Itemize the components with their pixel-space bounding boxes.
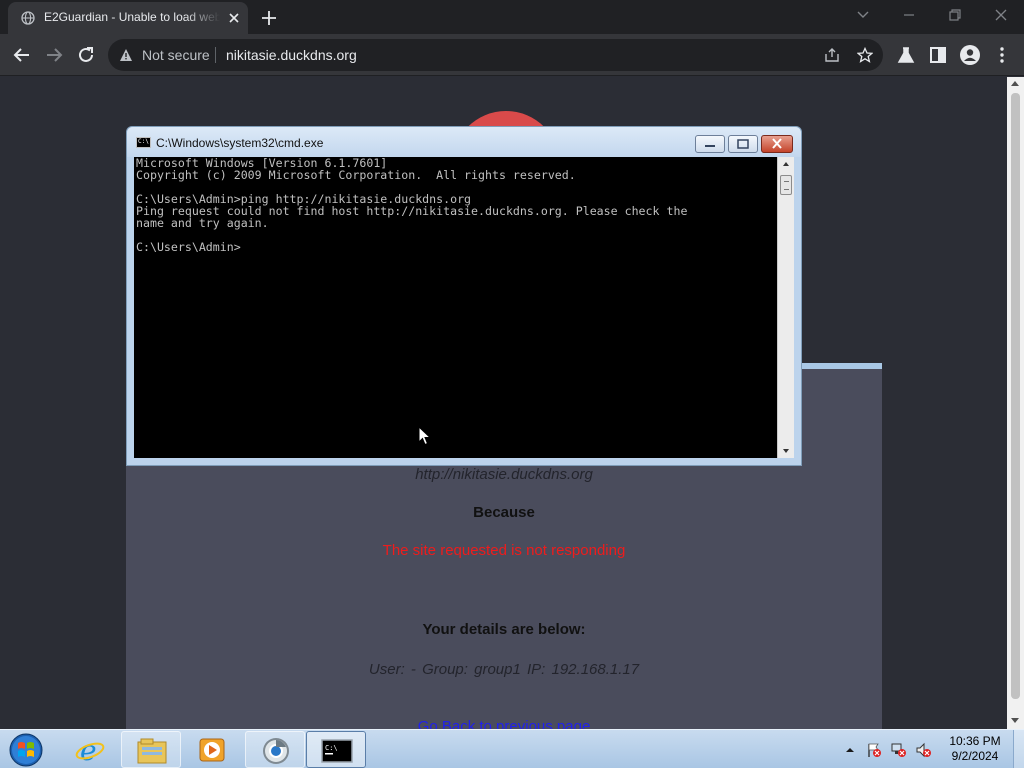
- block-reason: The site requested is not responding: [382, 542, 626, 559]
- svg-text:C:\: C:\: [325, 744, 338, 752]
- scroll-up-arrow-icon[interactable]: [783, 162, 789, 166]
- globe-icon: [21, 11, 35, 25]
- cmd-minimize-button[interactable]: [695, 135, 725, 153]
- omnibox-divider: [215, 47, 216, 63]
- reload-icon[interactable]: [75, 44, 97, 66]
- chrome-icon: [263, 738, 289, 764]
- profile-avatar-icon[interactable]: [959, 44, 981, 66]
- scroll-down-arrow-icon[interactable]: [1011, 718, 1019, 723]
- taskbar: e C:\ 10:36 PM 9/2/2024: [0, 729, 1024, 768]
- url-text[interactable]: nikitasie.duckdns.org: [226, 47, 357, 63]
- cmd-app-icon: [136, 137, 151, 148]
- clock-date: 9/2/2024: [951, 749, 999, 763]
- restore-icon[interactable]: [945, 6, 965, 24]
- cmd-console[interactable]: Microsoft Windows [Version 6.1.7601] Cop…: [134, 157, 777, 458]
- new-tab-icon[interactable]: [259, 8, 279, 28]
- taskbar-chrome[interactable]: [245, 731, 305, 768]
- maximize-icon: [737, 139, 749, 149]
- warning-icon[interactable]: [119, 48, 133, 62]
- blocked-url: http://nikitasie.duckdns.org: [415, 466, 593, 483]
- cmd-window[interactable]: C:\Windows\system32\cmd.exe Microsoft Wi…: [126, 126, 802, 466]
- address-bar[interactable]: Not secure nikitasie.duckdns.org: [108, 39, 883, 71]
- tab-search-icon[interactable]: [853, 6, 873, 24]
- cmd-close-button[interactable]: [761, 135, 793, 153]
- taskbar-explorer[interactable]: [121, 731, 181, 768]
- forward-arrow-icon[interactable]: [43, 44, 65, 66]
- folder-icon: [137, 738, 167, 764]
- scrollbar-thumb[interactable]: [1011, 93, 1020, 699]
- close-icon: [772, 138, 782, 149]
- back-arrow-icon[interactable]: [11, 44, 33, 66]
- network-disconnected-icon[interactable]: [891, 742, 907, 758]
- console-output: Microsoft Windows [Version 6.1.7601] Cop…: [136, 156, 688, 254]
- taskbar-media-player[interactable]: [182, 731, 242, 768]
- because-label: Because: [473, 504, 535, 521]
- clock-time: 10:36 PM: [949, 734, 1001, 748]
- extension-flask-icon[interactable]: [895, 44, 917, 66]
- cmd-scrollbar[interactable]: [777, 157, 794, 458]
- browser-tab-strip: E2Guardian - Unable to load website: [0, 0, 1024, 34]
- tab-title: E2Guardian - Unable to load website: [44, 10, 220, 24]
- show-desktop-button[interactable]: [1013, 730, 1024, 768]
- cmd-title: C:\Windows\system32\cmd.exe: [156, 136, 324, 150]
- svg-text:e: e: [80, 736, 97, 764]
- minimize-icon: [705, 145, 715, 147]
- taskbar-ie[interactable]: e: [60, 731, 120, 768]
- show-hidden-icons-icon[interactable]: [844, 742, 856, 758]
- page-scrollbar[interactable]: [1007, 77, 1024, 729]
- security-status[interactable]: Not secure: [142, 47, 210, 63]
- system-clock[interactable]: 10:36 PM 9/2/2024: [940, 734, 1010, 764]
- browser-toolbar: Not secure nikitasie.duckdns.org: [0, 34, 1024, 76]
- scroll-down-arrow-icon[interactable]: [783, 449, 789, 453]
- taskbar-cmd[interactable]: C:\: [306, 731, 366, 768]
- cmd-titlebar[interactable]: C:\Windows\system32\cmd.exe: [127, 127, 801, 157]
- menu-kebab-icon[interactable]: [991, 44, 1013, 66]
- browser-tab[interactable]: E2Guardian - Unable to load website: [8, 2, 248, 34]
- close-tab-icon[interactable]: [226, 10, 242, 26]
- go-back-link[interactable]: Go Back to previous page: [126, 718, 882, 729]
- user-details: User: - Group: group1 IP: 192.168.1.17: [368, 661, 640, 678]
- mouse-cursor-icon: [418, 426, 432, 446]
- minimize-icon[interactable]: [899, 6, 919, 24]
- close-window-icon[interactable]: [991, 6, 1011, 24]
- media-player-icon: [199, 738, 225, 762]
- side-panel-icon[interactable]: [927, 44, 949, 66]
- cmd-scroll-thumb[interactable]: [780, 175, 792, 195]
- scroll-up-arrow-icon[interactable]: [1011, 81, 1019, 86]
- bookmark-star-icon[interactable]: [857, 47, 873, 63]
- cmd-maximize-button[interactable]: [728, 135, 758, 153]
- screen: E2Guardian - Unable to load website: [0, 0, 1024, 768]
- details-heading: Your details are below:: [422, 621, 586, 638]
- share-icon[interactable]: [824, 47, 840, 63]
- card-accent-strip: [800, 363, 882, 369]
- action-center-flag-icon[interactable]: [866, 742, 882, 758]
- volume-muted-icon[interactable]: [915, 742, 931, 758]
- ie-icon: e: [75, 736, 105, 764]
- cmd-icon: C:\: [321, 739, 353, 763]
- start-button-icon[interactable]: [6, 732, 46, 768]
